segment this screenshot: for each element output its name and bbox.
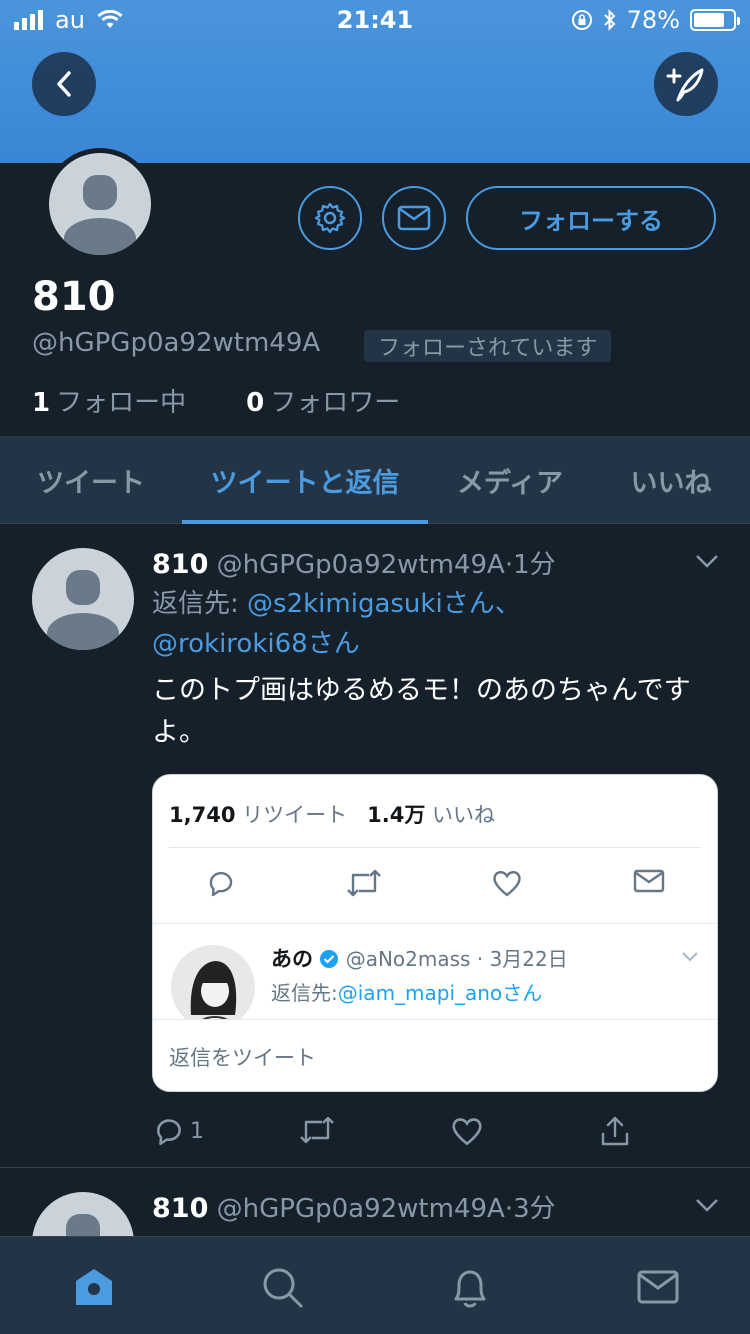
card-stats: 1,740 リツイート 1.4万 いいね <box>169 803 496 827</box>
reply-icon <box>209 871 233 897</box>
like-button[interactable] <box>450 1114 484 1148</box>
tweet-header: 810 @hGPGp0a92wtm49A·3分 <box>152 1193 556 1224</box>
tweet-time: 1分 <box>513 550 556 580</box>
status-bar: au 21:41 78% <box>0 0 750 40</box>
quoted-user-avatar <box>171 945 255 1029</box>
follows-you-badge: フォローされています <box>364 330 612 362</box>
tab-media[interactable]: メディア <box>428 436 592 524</box>
reply-button[interactable]: 1 <box>152 1114 204 1148</box>
share-icon <box>601 1116 629 1146</box>
bottom-tab-bar <box>0 1236 750 1334</box>
reply-compose-box: 返信をツイート <box>153 1019 717 1091</box>
compose-icon <box>666 68 704 102</box>
profile-name: 810 <box>32 274 116 320</box>
verified-badge-icon <box>320 950 339 968</box>
chevron-down-icon[interactable] <box>694 552 720 570</box>
battery-percent: 78% <box>626 6 680 34</box>
tweet-author-name: 810 <box>152 1193 209 1224</box>
tab-tweets[interactable]: ツイート <box>0 436 182 524</box>
retweet-button[interactable] <box>298 1114 336 1146</box>
reply-count: 1 <box>190 1118 204 1144</box>
tweet-header: 810 @hGPGp0a92wtm49A·1分 <box>152 549 556 580</box>
tweet-author-handle: @hGPGp0a92wtm49A <box>216 1194 505 1224</box>
followers-count-link[interactable]: 0 フォロワー <box>246 382 400 419</box>
share-button[interactable] <box>598 1114 632 1148</box>
default-avatar-icon <box>49 153 151 255</box>
follow-button[interactable]: フォローする <box>466 186 716 250</box>
heart-icon <box>452 1118 482 1146</box>
profile-handle: @hGPGp0a92wtm49A <box>32 328 321 358</box>
tweet-text: このトプ画はゆるめるモ！のあのちゃんですよ。 <box>152 675 691 748</box>
back-arrow-icon <box>57 71 71 97</box>
quoted-reply-line: 返信先:@iam_mapi_anoさん <box>271 981 543 1005</box>
following-count-link[interactable]: 1 フォロー中 <box>32 382 186 419</box>
tweet-actions: 1 <box>152 1114 652 1154</box>
battery-icon <box>690 9 740 31</box>
reply-mention-link[interactable]: @s2kimigasukiさん、 <box>247 589 521 619</box>
tweet-avatar[interactable] <box>32 548 134 650</box>
tweet-author-name: 810 <box>152 549 209 580</box>
retweet-icon <box>347 869 381 897</box>
profile-avatar[interactable] <box>44 148 156 260</box>
reply-to-line: 返信先: @s2kimigasukiさん、 @rokiroki68さん <box>152 589 521 659</box>
quoted-tweet-header: あの @aNo2mass · 3月22日 <box>271 947 568 971</box>
tab-likes[interactable]: いいね <box>592 436 750 524</box>
reply-mention-link[interactable]: @rokiroki68さん <box>152 629 360 659</box>
tab-tweets-and-replies[interactable]: ツイートと返信 <box>182 436 428 524</box>
tweet-time: 3分 <box>513 1194 556 1224</box>
tweet-author-handle: @hGPGp0a92wtm49A <box>216 550 505 580</box>
heart-icon <box>493 871 521 897</box>
profile-settings-button[interactable] <box>298 186 362 250</box>
tweet-image[interactable]: 1,740 リツイート 1.4万 いいね あの @aNo2mass · 3月22… <box>152 774 718 1092</box>
battery-fill <box>694 13 724 27</box>
retweet-icon <box>300 1116 334 1144</box>
default-avatar-icon <box>32 548 134 650</box>
notifications-icon[interactable] <box>448 1265 492 1309</box>
messages-icon[interactable] <box>636 1265 680 1309</box>
compose-tweet-button[interactable] <box>654 52 718 116</box>
chevron-down-icon <box>682 952 698 962</box>
chevron-down-icon[interactable] <box>694 1196 720 1214</box>
search-icon[interactable] <box>260 1265 304 1309</box>
rotation-lock-icon <box>571 10 592 30</box>
bluetooth-icon <box>603 9 616 31</box>
follow-counts: 1 フォロー中 0 フォロワー <box>32 382 400 419</box>
reply-icon <box>157 1119 181 1146</box>
gear-icon <box>314 202 346 234</box>
envelope-icon <box>633 869 665 893</box>
home-icon[interactable] <box>72 1265 116 1309</box>
direct-message-button[interactable] <box>382 186 446 250</box>
envelope-icon <box>397 205 431 231</box>
profile-tabs: ツイート ツイートと返信 メディア いいね <box>0 436 750 524</box>
back-button[interactable] <box>32 52 96 116</box>
